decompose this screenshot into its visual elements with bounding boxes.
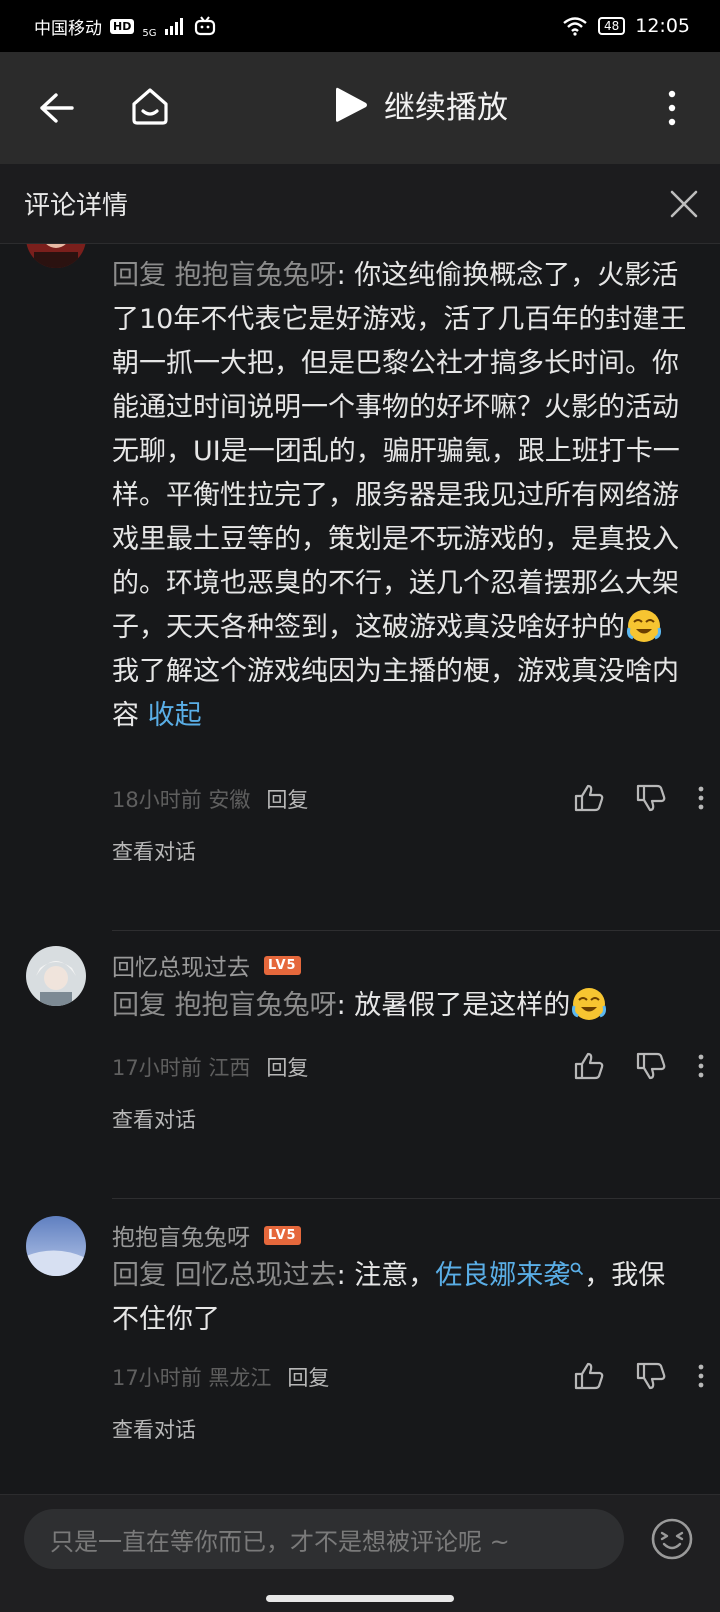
comment-content: : 放暑假了是这样的 (336, 990, 571, 1021)
crying-laughing-emoji-icon (570, 986, 608, 1022)
username[interactable]: 回忆总现过去 (112, 948, 250, 982)
reply-target-username[interactable]: 抱抱盲兔兔呀 (175, 260, 337, 291)
page-title: 评论详情 (24, 191, 129, 221)
comment-item: 回复 抱抱盲兔兔呀: 你这纯偷换概念了，火影活了10年不代表它是好游戏，活了几百… (0, 244, 720, 931)
more-vertical-icon[interactable] (698, 1054, 704, 1078)
view-conversation-link[interactable]: 查看对话 (112, 836, 196, 866)
back-arrow-icon (40, 93, 74, 123)
clock: 12:05 (635, 15, 690, 37)
crying-laughing-emoji-icon (625, 608, 663, 644)
emoji-button[interactable] (650, 1517, 694, 1565)
network-type: 5G (142, 27, 157, 39)
reply-prefix: 回复 (112, 260, 175, 291)
comment-input-bar: 只是一直在等你而已，才不是想被评论呢 ~ (0, 1494, 720, 1612)
comment-actions (574, 784, 704, 812)
divider (112, 1198, 720, 1199)
reply-target-username[interactable]: 抱抱盲兔兔呀 (175, 990, 337, 1021)
comment-meta: 17小时前 江西 回复 (112, 1052, 308, 1082)
play-icon (336, 87, 367, 122)
comment-actions (574, 1362, 704, 1390)
comment-content: : 注意， (336, 1260, 436, 1291)
thumbs-down-icon[interactable] (636, 784, 666, 812)
reply-prefix: 回复 (112, 990, 175, 1021)
top-navigation-bar: 继续播放 (0, 52, 720, 164)
hd-badge: HD (110, 18, 135, 34)
home-button[interactable] (126, 82, 174, 130)
carrier-label: 中国移动 (34, 18, 102, 39)
comment-content: : 你这纯偷换概念了，火影活了10年不代表它是好游戏，活了几百年的封建王朝一抓一… (112, 260, 687, 643)
mention-keyword: 佐良娜来袭 (435, 1260, 571, 1291)
thumbs-down-icon[interactable] (636, 1052, 666, 1080)
collapse-link[interactable]: 收起 (148, 700, 202, 731)
home-icon (132, 88, 168, 125)
username[interactable]: 抱抱盲兔兔呀 (112, 1218, 250, 1252)
level-badge: LV5 (264, 1225, 301, 1245)
avatar[interactable] (26, 1216, 86, 1276)
battery-indicator: 48 (597, 17, 626, 35)
divider (112, 930, 720, 931)
comment-text: 回复 回忆总现过去: 注意，佐良娜来袭 ，我保不住你了 (112, 1254, 692, 1342)
avatar[interactable] (26, 244, 86, 268)
close-button[interactable] (664, 184, 704, 224)
thumbs-up-icon[interactable] (574, 1362, 604, 1390)
view-conversation-link[interactable]: 查看对话 (112, 1104, 196, 1134)
thumbs-up-icon[interactable] (574, 1052, 604, 1080)
time-location: 17小时前 黑龙江 (112, 1366, 272, 1390)
comment-item: 回忆总现过去 LV5 回复 抱抱盲兔兔呀: 放暑假了是这样的 17小时前 江西 … (0, 934, 720, 1204)
comment-detail-header: 评论详情 (0, 164, 720, 244)
reply-button[interactable]: 回复 (287, 1362, 329, 1392)
thumbs-down-icon[interactable] (636, 1362, 666, 1390)
level-badge: LV5 (264, 955, 301, 975)
comment-list[interactable]: 回复 抱抱盲兔兔呀: 你这纯偷换概念了，火影活了10年不代表它是好游戏，活了几百… (0, 244, 720, 1494)
avatar[interactable] (26, 946, 86, 1006)
continue-play-button[interactable]: 继续播放 (332, 82, 508, 127)
signal-icon (165, 18, 184, 35)
status-bar: 中国移动 HD 5G 48 12:05 (0, 0, 720, 52)
comment-input[interactable]: 只是一直在等你而已，才不是想被评论呢 ~ (24, 1509, 624, 1569)
comment-item: 抱抱盲兔兔呀 LV5 回复 回忆总现过去: 注意，佐良娜来袭 ，我保不住你了 17… (0, 1204, 720, 1494)
search-keyword-link[interactable]: 佐良娜来袭 (435, 1260, 584, 1291)
tv-app-icon (195, 16, 216, 36)
user-row: 回忆总现过去 LV5 (112, 948, 301, 982)
back-button[interactable] (34, 86, 78, 130)
comment-meta: 17小时前 黑龙江 回复 (112, 1362, 329, 1392)
more-vertical-icon (668, 90, 676, 126)
comment-text: 回复 抱抱盲兔兔呀: 你这纯偷换概念了，火影活了10年不代表它是好游戏，活了几百… (112, 254, 692, 738)
reply-button[interactable]: 回复 (266, 784, 308, 814)
view-conversation-link[interactable]: 查看对话 (112, 1414, 196, 1444)
reply-prefix: 回复 (112, 1260, 175, 1291)
user-row: 抱抱盲兔兔呀 LV5 (112, 1218, 301, 1252)
close-icon (670, 190, 698, 218)
more-vertical-icon[interactable] (698, 786, 704, 810)
home-indicator[interactable] (266, 1595, 454, 1602)
comment-actions (574, 1052, 704, 1080)
continue-play-label: 继续播放 (384, 90, 508, 126)
thumbs-up-icon[interactable] (574, 784, 604, 812)
emoji-face-icon (651, 1518, 693, 1560)
reply-target-username[interactable]: 回忆总现过去 (175, 1260, 337, 1291)
search-icon (570, 1262, 584, 1276)
more-vertical-icon[interactable] (698, 1364, 704, 1388)
comment-meta: 18小时前 安徽 回复 (112, 784, 308, 814)
comment-text: 回复 抱抱盲兔兔呀: 放暑假了是这样的 (112, 984, 692, 1028)
more-options-button[interactable] (660, 86, 684, 130)
time-location: 18小时前 安徽 (112, 788, 251, 812)
reply-button[interactable]: 回复 (266, 1052, 308, 1082)
wifi-icon (563, 17, 587, 36)
time-location: 17小时前 江西 (112, 1056, 251, 1080)
